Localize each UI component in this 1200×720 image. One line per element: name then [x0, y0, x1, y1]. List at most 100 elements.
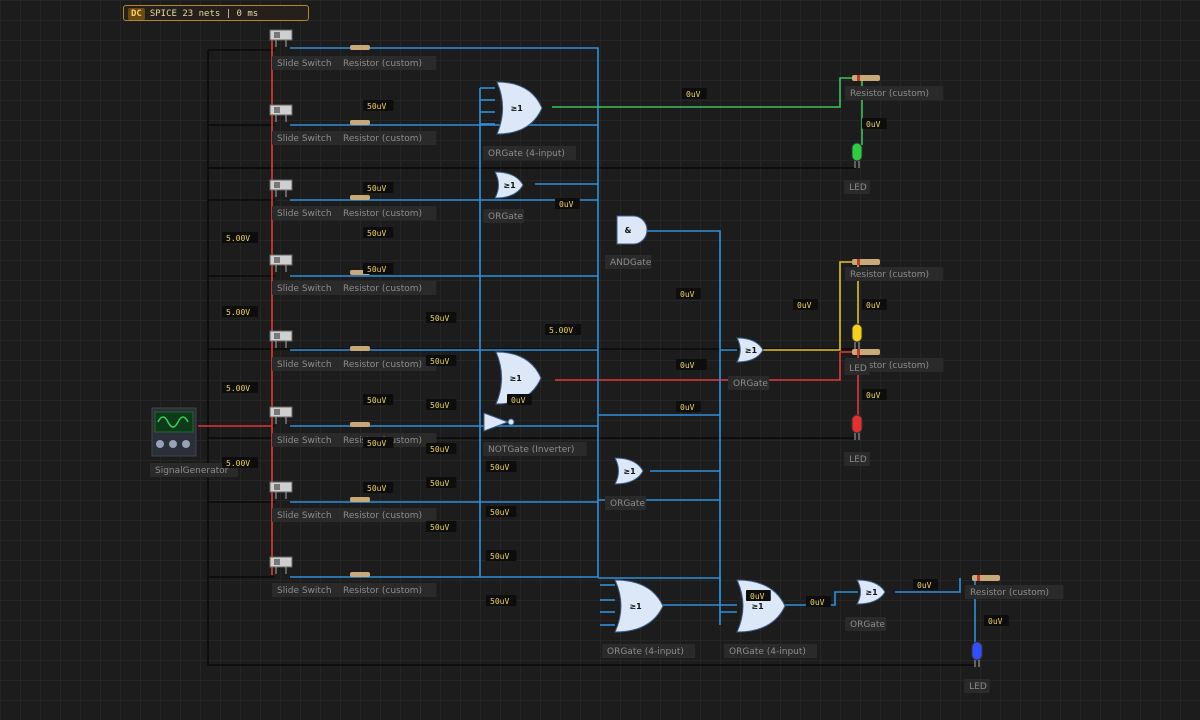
resistor-1[interactable]: [350, 120, 370, 125]
or-gate-4input-top[interactable]: ≥1: [496, 81, 543, 135]
switch-knob[interactable]: [274, 182, 280, 188]
readout-text: 0uV: [988, 617, 1003, 626]
switch-body[interactable]: [269, 254, 293, 266]
resistor-body[interactable]: [350, 45, 370, 50]
slide-switch-label: Slide Switch: [272, 131, 345, 145]
or-gate-mid[interactable]: ≥1: [736, 337, 764, 363]
switch-body[interactable]: [269, 556, 293, 568]
led-red[interactable]: [851, 414, 863, 440]
slide-switch-7[interactable]: [269, 556, 293, 574]
resistor-6[interactable]: [350, 497, 370, 502]
or-gate-2-label-text: ORGate: [488, 212, 523, 222]
switch-body[interactable]: [269, 406, 293, 418]
signal-generator[interactable]: [151, 407, 197, 457]
out-resistor-2[interactable]: [852, 259, 880, 265]
voltage-readout: 50uV: [426, 312, 457, 323]
or-gate-4input-b2-label-text: ORGate (4-input): [729, 647, 806, 657]
or-gate-4input-b2[interactable]: ≥1: [736, 579, 786, 633]
readout-text: 5.00V: [226, 308, 250, 317]
or-gate-final[interactable]: ≥1: [856, 579, 886, 605]
voltage-readout: 5.00V: [545, 324, 581, 335]
or-gate-4input-b1-symbol: ≥1: [629, 602, 642, 611]
switch-knob[interactable]: [274, 333, 280, 339]
resistor-body[interactable]: [350, 422, 370, 427]
voltage-readout: 0uV: [507, 394, 532, 405]
voltage-readout: 50uV: [426, 521, 457, 532]
switch-knob[interactable]: [274, 559, 280, 565]
out-resistor-1[interactable]: [852, 75, 880, 81]
switch-body[interactable]: [269, 330, 293, 342]
and-gate-body[interactable]: [616, 215, 648, 245]
and-gate[interactable]: &: [616, 215, 648, 245]
out-resistor-1-body[interactable]: [852, 75, 880, 81]
led-yellow-label-text: LED: [849, 364, 867, 374]
switch-knob[interactable]: [274, 484, 280, 490]
switch-knob[interactable]: [274, 409, 280, 415]
voltage-readout: 50uV: [363, 394, 394, 405]
switch-body[interactable]: [269, 104, 293, 116]
led-green[interactable]: [851, 142, 863, 168]
resistor-body[interactable]: [350, 497, 370, 502]
or-gate-3[interactable]: ≥1: [614, 457, 644, 485]
resistor-0[interactable]: [350, 45, 370, 50]
led-yellow-body[interactable]: [851, 323, 863, 343]
led-blue-body[interactable]: [971, 641, 983, 661]
not-gate[interactable]: [483, 412, 510, 432]
or-gate-4input-mid-symbol: ≥1: [510, 374, 523, 383]
switch-body[interactable]: [269, 179, 293, 191]
out-resistor-4[interactable]: [972, 575, 1000, 581]
resistor-label-text: Resistor (custom): [343, 209, 422, 219]
resistor-body[interactable]: [350, 195, 370, 200]
schematic-canvas[interactable]: Slide Switch Resistor (custom) Slide Switc…: [0, 0, 1200, 720]
out-resistor-1-label-text: Resistor (custom): [850, 89, 929, 99]
readout-text: 50uV: [490, 597, 509, 606]
slide-switch-4[interactable]: [269, 330, 293, 348]
out-resistor-3[interactable]: [852, 349, 880, 355]
signal-generator-label-text: SignalGenerator: [155, 466, 229, 476]
led-green-body[interactable]: [851, 142, 863, 162]
resistor-7[interactable]: [350, 572, 370, 577]
slide-switch-0[interactable]: [269, 29, 293, 47]
switch-body[interactable]: [269, 29, 293, 41]
or-gate-4input-b1[interactable]: ≥1: [614, 579, 664, 633]
resistor-4[interactable]: [350, 346, 370, 351]
slide-switch-label: Slide Switch: [272, 281, 345, 295]
dc-mode-badge[interactable]: DC: [128, 8, 145, 20]
slide-switch-1[interactable]: [269, 104, 293, 122]
resistor-label-text: Resistor (custom): [343, 360, 422, 370]
readout-text: 50uV: [430, 445, 449, 454]
led-yellow-label: LED: [844, 361, 870, 375]
resistor-5[interactable]: [350, 422, 370, 427]
slide-switch-3[interactable]: [269, 254, 293, 272]
resistor-body[interactable]: [350, 120, 370, 125]
and-gate-label: ANDGate: [605, 255, 652, 269]
led-red-body[interactable]: [851, 414, 863, 434]
or-gate-2[interactable]: ≥1: [494, 171, 524, 199]
led-blue[interactable]: [971, 641, 983, 667]
resistor-2[interactable]: [350, 195, 370, 200]
out-resistor-3-body[interactable]: [852, 349, 880, 355]
voltage-readout: 50uV: [426, 477, 457, 488]
slide-switch-5[interactable]: [269, 406, 293, 424]
readout-text: 5.00V: [226, 234, 250, 243]
circuit-diagram: Slide Switch Resistor (custom) Slide Switc…: [150, 29, 1064, 693]
knob-0[interactable]: [156, 440, 164, 448]
switch-knob[interactable]: [274, 107, 280, 113]
out-resistor-2-body[interactable]: [852, 259, 880, 265]
or-gate-4input-top-symbol: ≥1: [511, 104, 524, 113]
voltage-readout: 5.00V: [222, 382, 258, 393]
resistor-body[interactable]: [350, 346, 370, 351]
out-resistor-4-body[interactable]: [972, 575, 1000, 581]
switch-knob[interactable]: [274, 257, 280, 263]
slide-switch-6[interactable]: [269, 481, 293, 499]
switch-knob[interactable]: [274, 32, 280, 38]
slide-switch-2[interactable]: [269, 179, 293, 197]
switch-body[interactable]: [269, 481, 293, 493]
knob-2[interactable]: [182, 440, 190, 448]
not-gate-bubble[interactable]: [507, 418, 515, 426]
led-yellow[interactable]: [851, 323, 863, 349]
slide-switch-label-text: Slide Switch: [277, 586, 332, 596]
slide-switch-label-text: Slide Switch: [277, 436, 332, 446]
knob-1[interactable]: [169, 440, 177, 448]
resistor-body[interactable]: [350, 572, 370, 577]
